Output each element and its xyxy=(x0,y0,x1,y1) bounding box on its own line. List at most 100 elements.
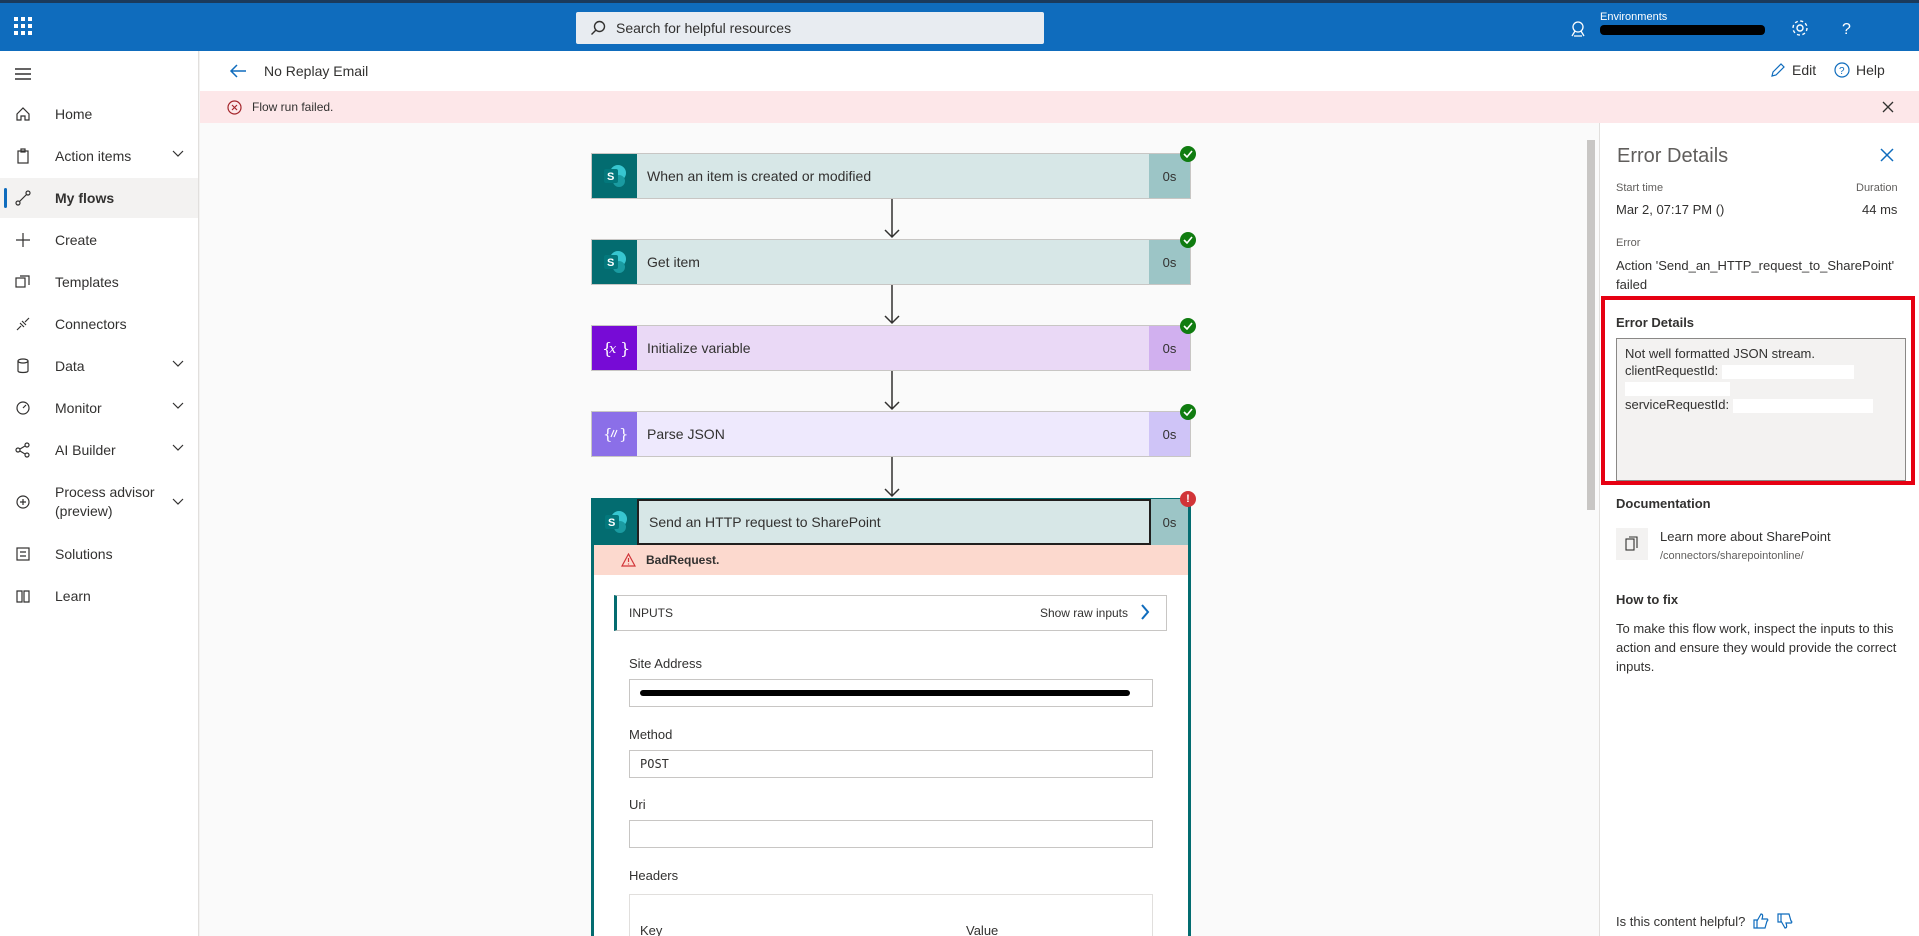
nav-home-label: Home xyxy=(55,106,93,122)
method-field[interactable]: POST xyxy=(629,750,1153,778)
nav-create[interactable]: Create xyxy=(0,220,198,260)
step-label: Parse JSON xyxy=(637,412,1149,456)
documentation-title: Documentation xyxy=(1616,496,1711,511)
close-icon[interactable] xyxy=(1880,148,1894,162)
http-step-header[interactable]: S Send an HTTP request to SharePoint 0s xyxy=(594,499,1188,545)
sharepoint-icon: S xyxy=(592,240,637,284)
svg-text:{: { xyxy=(603,425,613,443)
chevron-down-icon xyxy=(172,360,184,367)
ai-builder-icon xyxy=(14,441,32,459)
environment-name-redacted xyxy=(1600,25,1765,35)
headers-label: Headers xyxy=(629,868,679,883)
redacted-block xyxy=(1625,381,1730,396)
help-button[interactable]: ? Help xyxy=(1834,62,1885,78)
sharepoint-icon: S xyxy=(592,154,637,198)
nav-solutions-label: Solutions xyxy=(55,546,113,562)
feedback-row: Is this content helpful? xyxy=(1616,913,1793,929)
site-address-label: Site Address xyxy=(629,656,702,671)
chevron-right-icon[interactable] xyxy=(1140,604,1150,620)
flow-icon xyxy=(14,189,32,207)
chevron-down-icon xyxy=(172,150,184,157)
site-address-redacted xyxy=(640,690,1130,696)
search-placeholder: Search for helpful resources xyxy=(616,20,792,36)
duration-value: 44 ms xyxy=(1862,202,1898,217)
step-label: When an item is created or modified xyxy=(637,154,1149,198)
nav-monitor[interactable]: Monitor xyxy=(0,388,198,428)
documentation-path[interactable]: /connectors/sharepointonline/ xyxy=(1660,550,1804,562)
service-request-id-label: serviceRequestId: xyxy=(1625,397,1730,412)
nav-action-items[interactable]: Action items xyxy=(0,136,198,176)
connector-arrow-icon xyxy=(884,199,900,239)
start-time-label: Start time xyxy=(1616,182,1664,194)
flow-step-get-item[interactable]: S Get item 0s xyxy=(591,239,1191,285)
search-icon xyxy=(591,20,606,35)
success-check-icon xyxy=(1180,232,1196,248)
success-check-icon xyxy=(1180,146,1196,162)
back-arrow-icon[interactable] xyxy=(229,63,247,79)
help-icon[interactable]: ? xyxy=(1836,18,1856,38)
svg-text:S: S xyxy=(607,171,614,183)
svg-text:S: S xyxy=(608,517,615,529)
left-navigation: Home Action items My flows Create Templa… xyxy=(0,51,199,936)
scrollbar-thumb[interactable] xyxy=(1587,140,1595,510)
app-launcher-icon[interactable] xyxy=(14,17,32,35)
close-icon[interactable] xyxy=(1882,101,1894,113)
flow-step-initialize-variable[interactable]: {x} Initialize variable 0s xyxy=(591,325,1191,371)
nav-home[interactable]: Home xyxy=(0,94,198,134)
step-label: Send an HTTP request to SharePoint xyxy=(637,499,1151,545)
warning-icon xyxy=(621,553,636,567)
site-address-field[interactable] xyxy=(629,679,1153,707)
help-circle-icon: ? xyxy=(1834,62,1850,78)
method-value: POST xyxy=(640,757,669,771)
environment-selector[interactable]: Environments xyxy=(1600,11,1765,35)
error-details-textarea[interactable]: Not well formatted JSON stream. clientRe… xyxy=(1616,338,1906,481)
nav-solutions[interactable]: Solutions xyxy=(0,534,198,574)
hamburger-menu-icon[interactable] xyxy=(14,67,32,81)
method-label: Method xyxy=(629,727,673,742)
connector-arrow-icon xyxy=(884,285,900,325)
svg-text:}: } xyxy=(620,339,629,358)
nav-connectors[interactable]: Connectors xyxy=(0,304,198,344)
nav-templates-label: Templates xyxy=(55,274,119,290)
nav-my-flows[interactable]: My flows xyxy=(0,178,198,218)
headers-value-column: Value xyxy=(966,923,999,936)
clipboard-icon xyxy=(14,147,32,165)
nav-data[interactable]: Data xyxy=(0,346,198,386)
error-line-3: serviceRequestId: xyxy=(1625,396,1897,413)
variable-icon: {x} xyxy=(592,326,637,370)
show-raw-inputs-link[interactable]: Show raw inputs xyxy=(1040,606,1128,620)
banner-text: Flow run failed. xyxy=(252,100,334,114)
uri-label: Uri xyxy=(629,797,646,812)
flow-step-http-request-expanded: S Send an HTTP request to SharePoint 0s … xyxy=(591,498,1191,936)
nav-templates[interactable]: Templates xyxy=(0,262,198,302)
svg-text:x: x xyxy=(609,342,617,357)
success-check-icon xyxy=(1180,318,1196,334)
connector-arrow-icon xyxy=(884,457,900,498)
thumbs-down-icon[interactable] xyxy=(1777,913,1793,929)
nav-action-items-label: Action items xyxy=(55,148,132,164)
svg-text:?: ? xyxy=(1839,66,1845,77)
uri-field[interactable] xyxy=(629,820,1153,848)
edit-button[interactable]: Edit xyxy=(1770,62,1816,78)
edit-label: Edit xyxy=(1792,62,1817,78)
canvas-scrollbar[interactable] xyxy=(1585,125,1597,936)
error-badge-icon: ! xyxy=(1180,491,1196,507)
environments-label: Environments xyxy=(1600,11,1668,23)
error-line-blank xyxy=(1625,379,1897,396)
thumbs-up-icon[interactable] xyxy=(1753,913,1769,929)
gear-icon[interactable] xyxy=(1790,18,1810,38)
flow-step-trigger[interactable]: S When an item is created or modified 0s xyxy=(591,153,1191,199)
nav-process-advisor[interactable]: Process advisor (preview) xyxy=(0,476,198,528)
nav-learn[interactable]: Learn xyxy=(0,576,198,616)
how-to-fix-text: To make this flow work, inspect the inpu… xyxy=(1616,621,1897,674)
nav-ai-builder[interactable]: AI Builder xyxy=(0,430,198,470)
nav-data-label: Data xyxy=(55,358,85,374)
flow-step-parse-json[interactable]: {} Parse JSON 0s xyxy=(591,411,1191,457)
documentation-link[interactable]: Learn more about SharePoint xyxy=(1660,529,1831,544)
flow-header: No Replay Email Edit ? Help xyxy=(200,51,1919,91)
search-input[interactable]: Search for helpful resources xyxy=(576,12,1044,44)
flow-title: No Replay Email xyxy=(264,63,369,79)
environment-icon[interactable] xyxy=(1569,20,1587,38)
client-request-id-label: clientRequestId: xyxy=(1625,363,1719,378)
helpful-question: Is this content helpful? xyxy=(1616,913,1746,929)
